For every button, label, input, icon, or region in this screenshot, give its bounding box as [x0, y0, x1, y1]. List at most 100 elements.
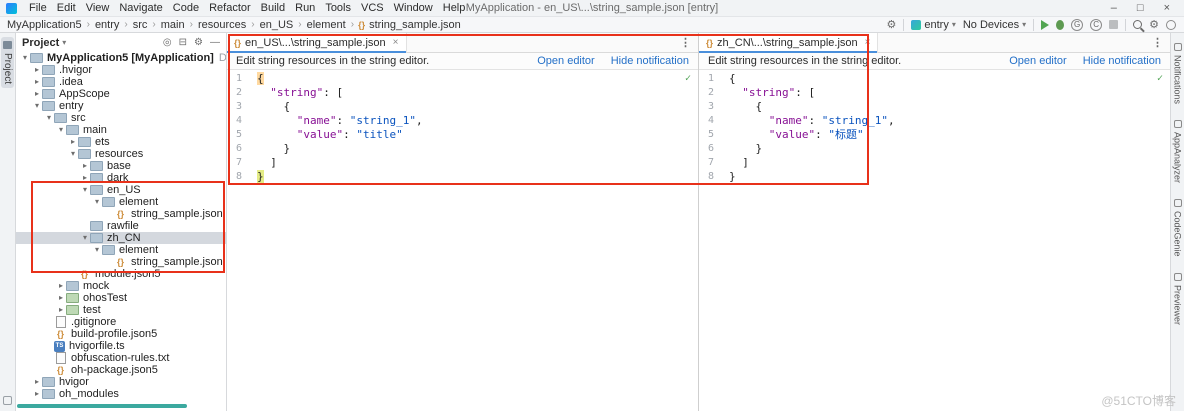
tool-button-project[interactable]: Project — [1, 37, 14, 88]
tree-item-string-sample-json[interactable]: {}string_sample.json — [16, 208, 226, 220]
tree-expand-icon[interactable]: ▾ — [32, 100, 42, 112]
close-tab-icon[interactable]: × — [393, 37, 399, 48]
tree-expand-icon[interactable]: ▾ — [56, 124, 66, 136]
tree-item-oh-modules[interactable]: ▸oh_modules — [16, 388, 226, 400]
breadcrumb-item[interactable]: resources — [197, 19, 247, 31]
locate-file-icon[interactable]: ◎ — [163, 37, 172, 48]
tree-expand-icon[interactable]: ▸ — [32, 88, 42, 100]
tree-item-src[interactable]: ▾src — [16, 112, 226, 124]
run-config-selector[interactable]: entry ▾ — [911, 19, 955, 31]
breadcrumb-item[interactable]: MyApplication5 — [6, 19, 83, 31]
tree-item-obfuscation-rules-txt[interactable]: obfuscation-rules.txt — [16, 352, 226, 364]
tree-item-en-us[interactable]: ▾en_US — [16, 184, 226, 196]
run-button[interactable] — [1041, 20, 1049, 30]
panel-settings-icon[interactable]: ⚙ — [194, 37, 203, 48]
tree-item-hvigor[interactable]: ▸hvigor — [16, 376, 226, 388]
more-tools-icon[interactable] — [3, 396, 12, 405]
device-selector[interactable]: No Devices ▾ — [963, 19, 1026, 31]
tree-item-zh-cn[interactable]: ▾zh_CN — [16, 232, 226, 244]
tree-item-oh-package-json5[interactable]: {}oh-package.json5 — [16, 364, 226, 376]
tree-expand-icon[interactable]: ▾ — [68, 148, 78, 160]
menu-edit[interactable]: Edit — [52, 2, 81, 14]
editor-tab[interactable]: {} en_US\...\string_sample.json × — [227, 33, 407, 53]
tool-button-codegenie[interactable]: CodeGenie — [1173, 199, 1183, 257]
tree-expand-icon[interactable]: ▸ — [68, 136, 78, 148]
tree-item-dark[interactable]: ▸dark — [16, 172, 226, 184]
debug-button[interactable] — [1056, 20, 1064, 30]
menu-window[interactable]: Window — [389, 2, 438, 14]
tree-expand-icon[interactable]: ▸ — [32, 64, 42, 76]
breadcrumb-item[interactable]: main — [160, 19, 186, 31]
tree-item-test[interactable]: ▸test — [16, 304, 226, 316]
stop-button[interactable] — [1109, 20, 1118, 29]
coverage-button[interactable]: C — [1090, 19, 1102, 31]
hide-panel-icon[interactable]: — — [210, 37, 220, 48]
tree-item-element[interactable]: ▾element — [16, 244, 226, 256]
menu-vcs[interactable]: VCS — [356, 2, 389, 14]
tree-item-base[interactable]: ▸base — [16, 160, 226, 172]
breadcrumb-item[interactable]: element — [306, 19, 347, 31]
hide-notification-link[interactable]: Hide notification — [1083, 55, 1161, 67]
tree-item-mock[interactable]: ▸mock — [16, 280, 226, 292]
tree-expand-icon[interactable]: ▸ — [32, 376, 42, 388]
hide-notification-link[interactable]: Hide notification — [611, 55, 689, 67]
menu-build[interactable]: Build — [256, 2, 290, 14]
tree-item-resources[interactable]: ▾resources — [16, 148, 226, 160]
tree-item--hvigor[interactable]: ▸.hvigor — [16, 64, 226, 76]
tree-item-rawfile[interactable]: rawfile — [16, 220, 226, 232]
tree-item-entry[interactable]: ▾entry — [16, 100, 226, 112]
breadcrumb-item[interactable]: en_US — [259, 19, 295, 31]
open-editor-link[interactable]: Open editor — [537, 55, 594, 67]
tree-item-main[interactable]: ▾main — [16, 124, 226, 136]
profiler-button[interactable]: G — [1071, 19, 1083, 31]
editor-tab[interactable]: {} zh_CN\...\string_sample.json × — [699, 33, 878, 53]
menu-file[interactable]: File — [24, 2, 52, 14]
tree-expand-icon[interactable]: ▾ — [80, 232, 90, 244]
tree-expand-icon[interactable]: ▸ — [80, 172, 90, 184]
code-editor[interactable]: ✓ 1{2 "string": [3 {4 "name": "string_1"… — [227, 70, 698, 411]
open-editor-link[interactable]: Open editor — [1009, 55, 1066, 67]
tree-expand-icon[interactable]: ▾ — [80, 184, 90, 196]
menu-refactor[interactable]: Refactor — [204, 2, 256, 14]
tree-item-ets[interactable]: ▸ets — [16, 136, 226, 148]
tree-expand-icon[interactable]: ▸ — [32, 76, 42, 88]
tree-item-ohostest[interactable]: ▸ohosTest — [16, 292, 226, 304]
code-editor[interactable]: ✓ 1{2 "string": [3 {4 "name": "string_1"… — [699, 70, 1170, 411]
project-panel-title[interactable]: Project — [22, 37, 59, 49]
breadcrumb-item[interactable]: entry — [94, 19, 120, 31]
tree-expand-icon[interactable]: ▾ — [92, 196, 102, 208]
menu-run[interactable]: Run — [290, 2, 320, 14]
breadcrumb-item[interactable]: string_sample.json — [368, 19, 462, 31]
settings-gear-icon[interactable]: ⚙ — [1149, 18, 1159, 31]
tree-expand-icon[interactable]: ▾ — [44, 112, 54, 124]
breadcrumb-item[interactable]: src — [132, 19, 149, 31]
tree-item-myapplication5-myapplication-[interactable]: ▾MyApplication5 [MyApplication]D:\code\M… — [16, 52, 226, 64]
menu-code[interactable]: Code — [168, 2, 204, 14]
tree-item-appscope[interactable]: ▸AppScope — [16, 88, 226, 100]
tree-item--idea[interactable]: ▸.idea — [16, 76, 226, 88]
tree-expand-icon[interactable]: ▸ — [56, 292, 66, 304]
maximize-icon[interactable]: □ — [1137, 2, 1144, 14]
tree-expand-icon[interactable]: ▸ — [56, 280, 66, 292]
tree-expand-icon[interactable]: ▾ — [92, 244, 102, 256]
tab-options-icon[interactable]: ⋮ — [1145, 36, 1170, 49]
menu-view[interactable]: View — [81, 2, 115, 14]
tree-expand-icon[interactable]: ▸ — [56, 304, 66, 316]
toolbar-gear-icon[interactable]: ⚙ — [887, 18, 897, 31]
chevron-down-icon[interactable]: ▾ — [62, 38, 66, 47]
search-icon[interactable] — [1133, 20, 1142, 29]
tree-item--gitignore[interactable]: .gitignore — [16, 316, 226, 328]
menu-navigate[interactable]: Navigate — [114, 2, 167, 14]
close-tab-icon[interactable]: × — [865, 37, 871, 48]
tree-item-string-sample-json[interactable]: {}string_sample.json — [16, 256, 226, 268]
menu-tools[interactable]: Tools — [320, 2, 356, 14]
tree-item-build-profile-json5[interactable]: {}build-profile.json5 — [16, 328, 226, 340]
tree-item-module-json5[interactable]: {}module.json5 — [16, 268, 226, 280]
minimize-icon[interactable]: – — [1111, 2, 1117, 14]
tree-expand-icon[interactable]: ▾ — [20, 52, 30, 64]
tree-expand-icon[interactable]: ▸ — [80, 160, 90, 172]
notifications-icon[interactable] — [1166, 20, 1176, 30]
tool-button-appanalyzer[interactable]: AppAnalyzer — [1173, 120, 1183, 183]
tree-item-hvigorfile-ts[interactable]: TShvigorfile.ts — [16, 340, 226, 352]
tool-button-previewer[interactable]: Previewer — [1173, 273, 1183, 325]
